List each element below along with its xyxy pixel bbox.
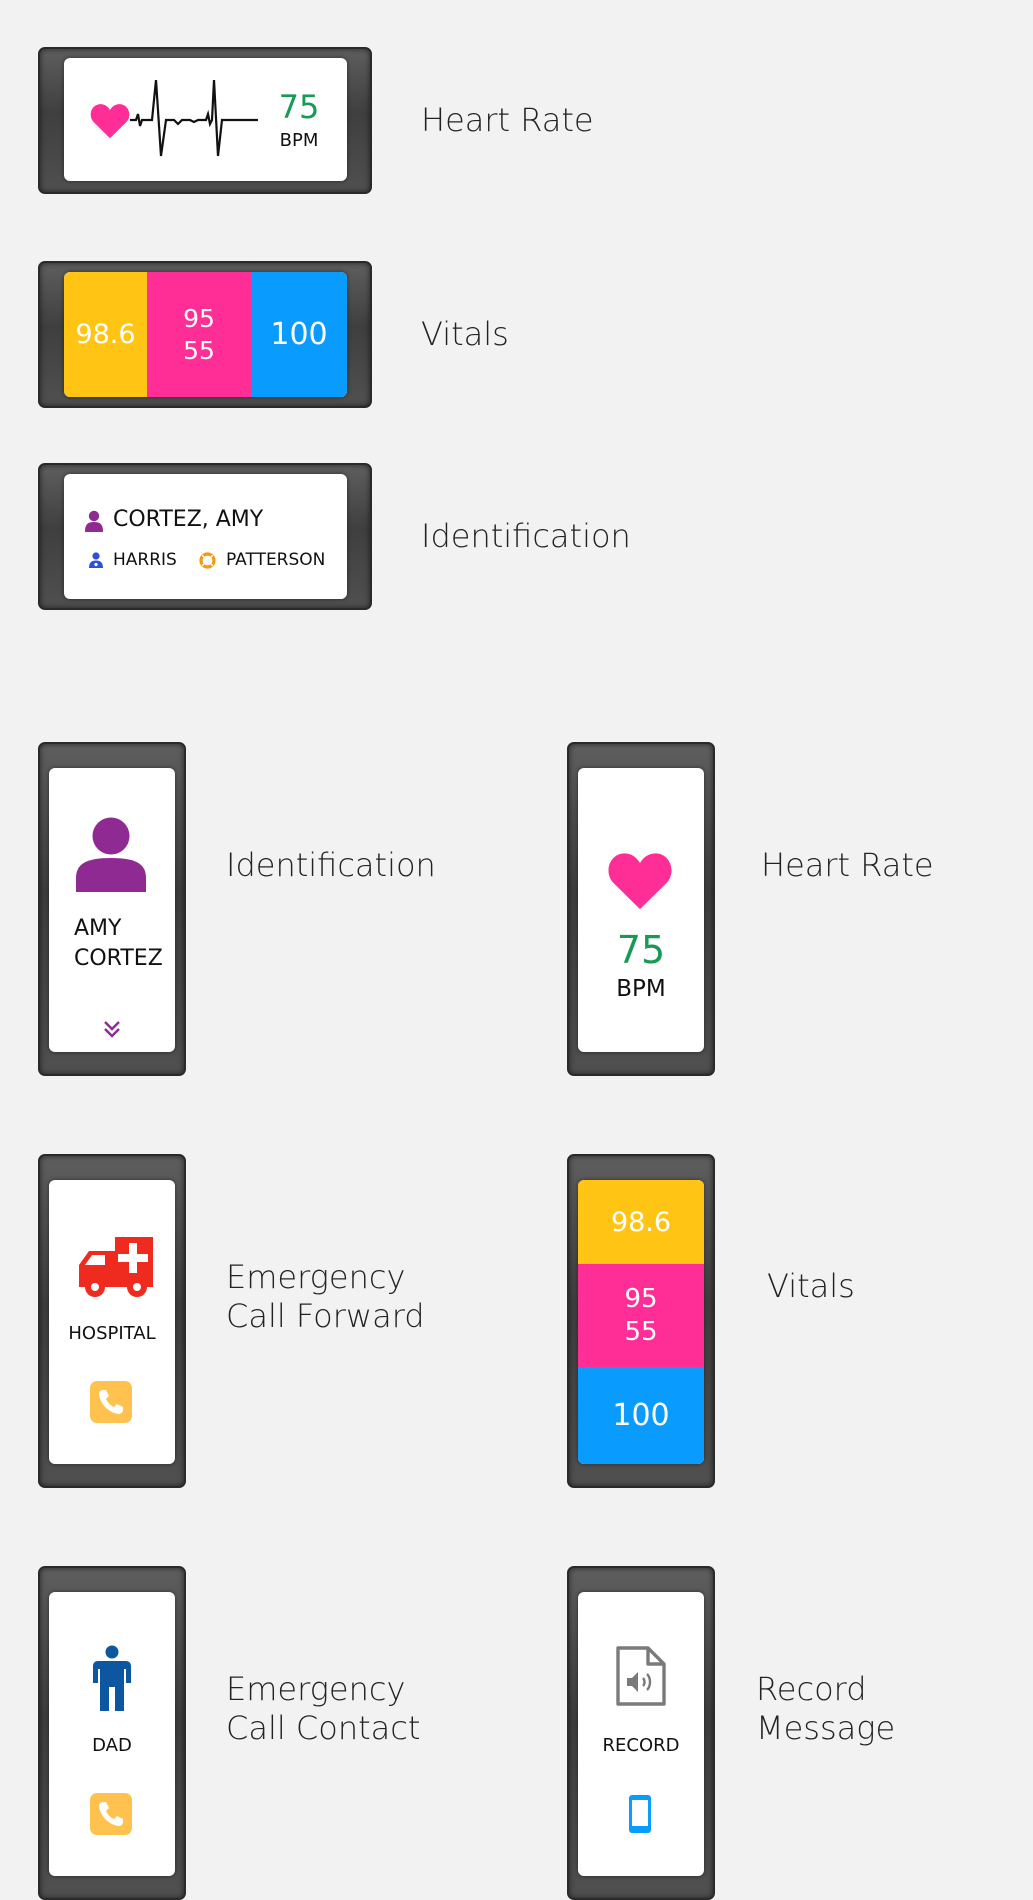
doctor-icon [89, 552, 103, 568]
lifebuoy-icon [199, 552, 216, 569]
patient-last-name: CORTEZ [74, 946, 163, 971]
ecg-waveform-icon [130, 80, 258, 157]
portrait-blood-pressure-cell: 95 55 [578, 1264, 704, 1367]
audio-file-icon [616, 1646, 666, 1706]
portrait-vitals-screen: 98.6 95 55 100 [578, 1180, 704, 1464]
record-caption: RECORD [602, 1735, 680, 1756]
bp-diastolic-value: 55 [183, 335, 215, 365]
temperature-cell: 98.6 [64, 272, 147, 397]
heart-rate-screen: 75 BPM [64, 58, 347, 181]
oxygen-cell: 100 [251, 272, 347, 397]
ambulance-icon [79, 1237, 153, 1297]
portrait-identification-screen: AMY CORTEZ [49, 768, 175, 1052]
portrait-heart-rate-device: 75 BPM [567, 742, 715, 1076]
portrait-emergency-forward-screen: HOSPITAL [49, 1180, 175, 1464]
vitals-label: Vitals [421, 315, 509, 353]
double-chevron-down-icon[interactable] [101, 1018, 123, 1040]
landscape-heart-rate-device: 75 BPM [38, 47, 372, 194]
heart-rate-label: Heart Rate [421, 101, 594, 139]
portrait-heart-rate-label: Heart Rate [761, 846, 934, 884]
portrait-temperature-cell: 98.6 [578, 1180, 704, 1264]
heart-rate-unit: BPM [279, 130, 319, 151]
portrait-emergency-contact-screen: DAD [49, 1592, 175, 1876]
portrait-vitals-label: Vitals [767, 1267, 855, 1305]
record-message-label: Record Message [756, 1670, 896, 1747]
portrait-record-device: RECORD [567, 1566, 715, 1900]
portrait-oxygen-value: 100 [612, 1398, 670, 1433]
heart-icon [608, 853, 672, 910]
heart-rate-value: 75 [278, 88, 320, 126]
oxygen-value: 100 [270, 317, 328, 352]
portrait-bp-diastolic-value: 55 [624, 1316, 658, 1347]
phone-icon[interactable] [90, 1793, 132, 1835]
doctor-name: HARRIS [113, 550, 177, 570]
patient-name: CORTEZ, AMY [113, 507, 264, 532]
identification-screen: CORTEZ, AMY HARRIS PATTERSON [64, 474, 347, 599]
portrait-emergency-contact-device: DAD [38, 1566, 186, 1900]
nurse-name: PATTERSON [226, 550, 326, 570]
person-standing-icon [93, 1645, 131, 1711]
portrait-heart-rate-screen: 75 BPM [578, 768, 704, 1052]
portrait-oxygen-cell: 100 [578, 1367, 704, 1464]
portrait-heart-rate-value: 75 [616, 928, 666, 972]
bp-systolic-value: 95 [183, 303, 215, 333]
blood-pressure-cell: 95 55 [147, 272, 251, 397]
landscape-identification-device: CORTEZ, AMY HARRIS PATTERSON [38, 463, 372, 610]
identification-label: Identification [421, 517, 631, 555]
person-icon [76, 817, 146, 892]
portrait-identification-device: AMY CORTEZ [38, 742, 186, 1076]
phone-icon[interactable] [90, 1381, 132, 1423]
vitals-screen: 98.6 95 55 100 [64, 272, 347, 397]
portrait-record-screen: RECORD [578, 1592, 704, 1876]
heart-icon [90, 104, 130, 139]
hospital-caption: HOSPITAL [68, 1323, 156, 1344]
landscape-vitals-device: 98.6 95 55 100 [38, 261, 372, 408]
portrait-emergency-forward-device: HOSPITAL [38, 1154, 186, 1488]
patient-first-name: AMY [74, 916, 122, 941]
emergency-forward-label: Emergency Call Forward [226, 1258, 425, 1335]
portrait-temperature-value: 98.6 [610, 1206, 672, 1238]
portrait-vitals-device: 98.6 95 55 100 [567, 1154, 715, 1488]
person-icon [85, 510, 103, 532]
mobile-phone-icon[interactable] [628, 1794, 652, 1834]
portrait-bp-systolic-value: 95 [624, 1283, 658, 1314]
temperature-value: 98.6 [75, 319, 136, 350]
emergency-contact-label: Emergency Call Contact [226, 1670, 421, 1747]
portrait-identification-label: Identification [226, 846, 436, 884]
portrait-heart-rate-unit: BPM [616, 976, 666, 1002]
dad-caption: DAD [92, 1735, 132, 1756]
